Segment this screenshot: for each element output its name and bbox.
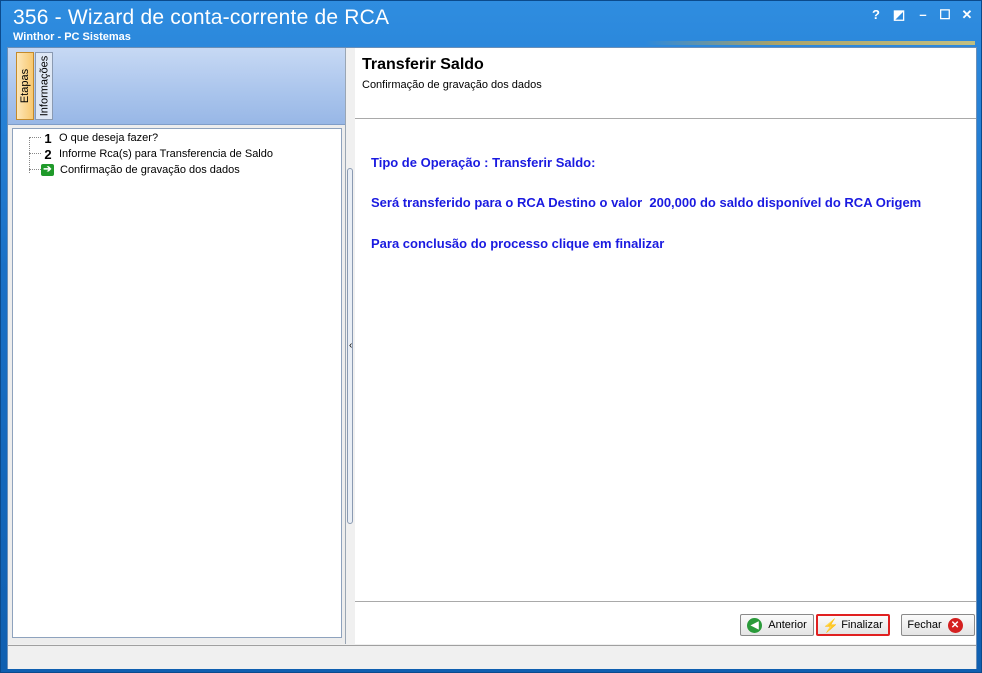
- tree-connector: [29, 137, 41, 138]
- client-area: Etapas Informações 1 O que deseja fazer?…: [7, 47, 977, 669]
- close-circle-icon: ✕: [947, 617, 963, 633]
- anterior-button[interactable]: ◀ Anterior: [740, 614, 814, 636]
- tab-etapas[interactable]: Etapas: [16, 52, 34, 120]
- maximize-icon[interactable]: ☐: [936, 7, 954, 23]
- tab-informacoes-label: Informações: [38, 55, 50, 117]
- page-subtitle: Confirmação de gravação dos dados: [362, 79, 542, 91]
- fechar-label: Fechar: [907, 619, 942, 631]
- collapse-arrow-icon[interactable]: ‹: [349, 340, 352, 351]
- fechar-button[interactable]: Fechar ✕: [901, 614, 975, 636]
- step-label: Informe Rca(s) para Transferencia de Sal…: [59, 148, 273, 160]
- step-number: 1: [44, 130, 52, 146]
- help-icon[interactable]: ?: [867, 7, 885, 23]
- window-title: 356 - Wizard de conta-corrente de RCA: [13, 6, 390, 29]
- tab-informacoes[interactable]: Informações: [35, 52, 53, 120]
- tree-step-1[interactable]: 1 O que deseja fazer?: [41, 130, 158, 146]
- finalizar-button[interactable]: ⚡ Finalizar: [816, 614, 890, 636]
- finalizar-label: Finalizar: [841, 619, 883, 631]
- status-bar: [8, 645, 976, 669]
- footer-divider: [355, 601, 976, 602]
- steps-tree: 1 O que deseja fazer? 2 Informe Rca(s) p…: [12, 128, 342, 638]
- tree-step-3[interactable]: ➔ Confirmação de gravação dos dados: [41, 162, 240, 178]
- operation-type-text: Tipo de Operação : Transferir Saldo:: [371, 155, 596, 170]
- tab-etapas-label: Etapas: [19, 68, 31, 104]
- title-bar[interactable]: 356 - Wizard de conta-corrente de RCA Wi…: [1, 1, 981, 47]
- window-subtitle: Winthor - PC Sistemas: [13, 31, 131, 43]
- step-label: O que deseja fazer?: [59, 132, 159, 144]
- tree-connector: [29, 153, 41, 154]
- close-icon[interactable]: ✕: [958, 7, 976, 23]
- transfer-info-text: Será transferido para o RCA Destino o va…: [371, 195, 922, 210]
- tree-connector: [29, 169, 41, 170]
- header-divider: [355, 118, 976, 119]
- wizard-window: 356 - Wizard de conta-corrente de RCA Wi…: [0, 0, 982, 673]
- instruction-text: Para conclusão do processo clique em fin…: [371, 236, 665, 251]
- steps-pane: Etapas Informações 1 O que deseja fazer?…: [8, 48, 346, 644]
- tree-connector: [29, 137, 30, 173]
- page-title: Transferir Saldo: [362, 56, 484, 73]
- step-number: 2: [44, 146, 52, 162]
- vertical-tabs: Etapas Informações: [8, 48, 345, 125]
- tree-step-2[interactable]: 2 Informe Rca(s) para Transferencia de S…: [41, 146, 273, 162]
- minimize-icon[interactable]: –: [914, 7, 932, 23]
- step-label: Confirmação de gravação dos dados: [60, 164, 240, 176]
- anterior-label: Anterior: [768, 619, 807, 631]
- back-arrow-icon: ◀: [747, 617, 763, 633]
- restore-icon[interactable]: ◩: [890, 7, 908, 23]
- title-decoration: [645, 41, 975, 45]
- lightning-icon: ⚡: [822, 617, 839, 633]
- current-step-arrow-icon: ➔: [41, 164, 54, 176]
- content-pane: Transferir Saldo Confirmação de gravação…: [355, 48, 976, 644]
